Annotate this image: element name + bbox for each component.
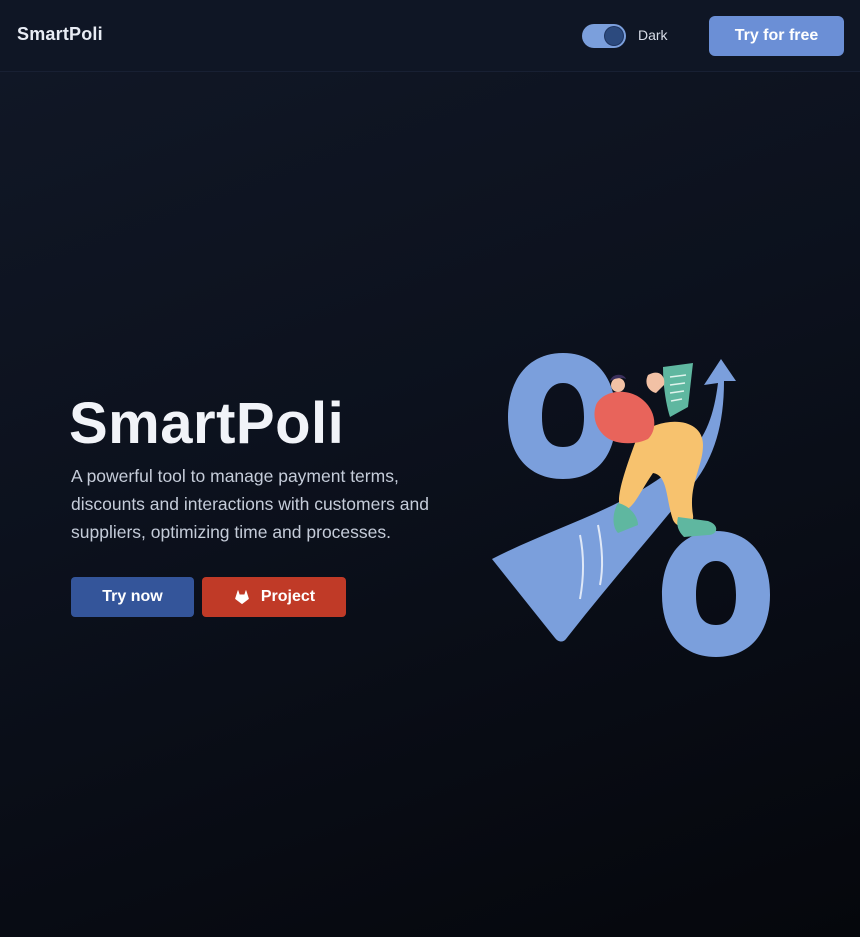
hero-description: A powerful tool to manage payment terms,…	[71, 466, 429, 542]
project-button-label: Project	[260, 588, 316, 605]
theme-toggle-label: Dark	[638, 27, 668, 43]
percent-growth-illustration	[492, 353, 770, 657]
hero-title: SmartPoli	[69, 391, 345, 456]
toggle-knob	[605, 27, 623, 45]
try-now-button[interactable]: Try now	[71, 577, 194, 617]
gitlab-icon	[235, 590, 249, 605]
theme-toggle[interactable]	[582, 24, 626, 48]
brand-logo-link[interactable]: SmartPoli	[17, 24, 103, 45]
project-button[interactable]: Project	[202, 577, 346, 617]
try-for-free-button[interactable]: Try for free	[709, 16, 844, 56]
navbar: SmartPoli Dark Try for free	[0, 0, 860, 72]
